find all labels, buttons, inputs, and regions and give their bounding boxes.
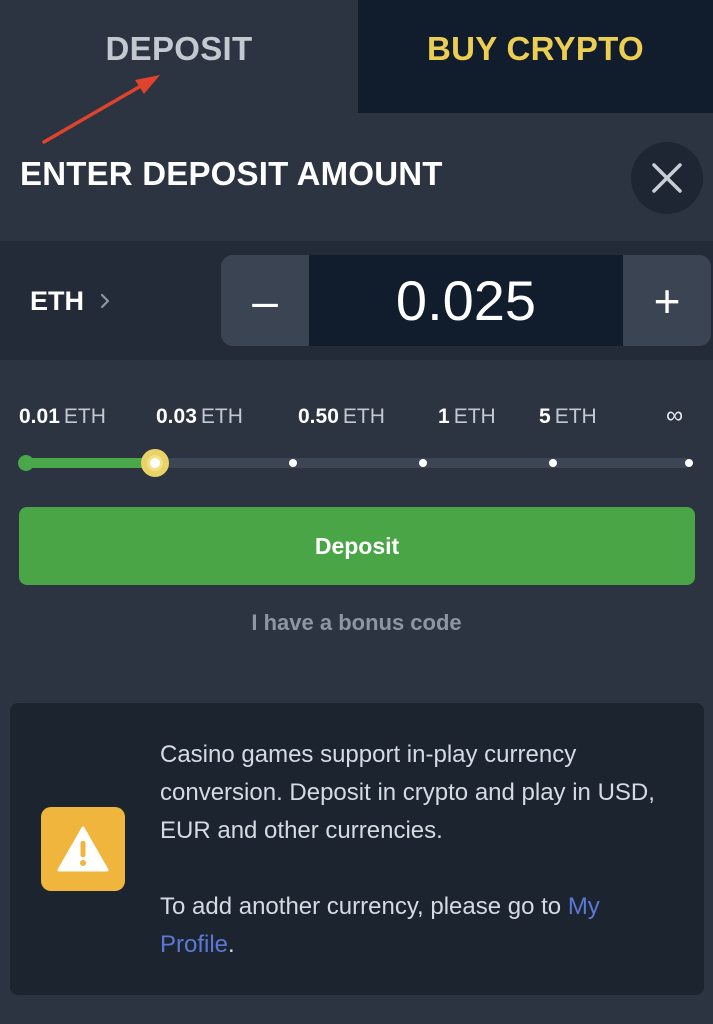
- warning-badge: [41, 807, 125, 891]
- preset-unit: ETH: [342, 405, 385, 428]
- preset-amount: 5: [539, 405, 551, 428]
- currency-label: ETH: [30, 285, 84, 316]
- preset-unit: ETH: [453, 405, 496, 428]
- slider-fill: [26, 458, 156, 468]
- tab-bar: DEPOSIT BUY CRYPTO: [0, 0, 713, 113]
- preset-amount: 1: [438, 405, 450, 428]
- close-icon: [652, 163, 682, 193]
- amount-slider[interactable]: [18, 449, 698, 477]
- notice-suffix: .: [228, 931, 235, 958]
- decrement-button[interactable]: –: [221, 255, 309, 346]
- tab-deposit[interactable]: DEPOSIT: [0, 0, 358, 113]
- preset-amount: 0.01: [19, 405, 60, 428]
- preset-amount: 0.03: [156, 405, 197, 428]
- preset-0-03[interactable]: 0.03 ETH: [156, 405, 243, 429]
- slider-thumb[interactable]: [141, 449, 169, 477]
- notice-prefix: To add another currency, please go to: [160, 893, 568, 920]
- increment-button[interactable]: +: [623, 255, 711, 346]
- notice-text: Casino games support in-play currency co…: [160, 736, 680, 964]
- slider-tick[interactable]: [419, 459, 427, 467]
- deposit-button[interactable]: Deposit: [19, 507, 695, 585]
- preset-unit: ETH: [200, 405, 243, 428]
- preset-amount: 0.50: [298, 405, 339, 428]
- preset-unit: ETH: [63, 405, 106, 428]
- amount-stepper: – +: [221, 255, 711, 346]
- warning-icon: [57, 826, 109, 872]
- chevron-right-icon: [100, 293, 110, 309]
- slider-tick[interactable]: [549, 459, 557, 467]
- close-button[interactable]: [631, 142, 703, 214]
- amount-row: ETH – +: [0, 241, 713, 360]
- amount-input[interactable]: [309, 255, 623, 346]
- notice-paragraph: Casino games support in-play currency co…: [160, 741, 655, 844]
- deposit-header: ENTER DEPOSIT AMOUNT: [0, 113, 713, 241]
- slider-tick[interactable]: [289, 459, 297, 467]
- slider-start-dot: [18, 455, 34, 471]
- slider-tick[interactable]: [685, 459, 693, 467]
- bonus-code-link[interactable]: I have a bonus code: [0, 610, 713, 636]
- tab-buy-crypto[interactable]: BUY CRYPTO: [358, 0, 713, 113]
- preset-amounts: 0.01 ETH 0.03 ETH 0.50 ETH 1 ETH 5 ETH ∞: [0, 400, 713, 440]
- page-title: ENTER DEPOSIT AMOUNT: [20, 155, 443, 192]
- preset-1[interactable]: 1 ETH: [438, 405, 496, 429]
- preset-0-50[interactable]: 0.50 ETH: [298, 405, 385, 429]
- preset-unit: ETH: [554, 405, 597, 428]
- preset-5[interactable]: 5 ETH: [539, 405, 597, 429]
- currency-selector[interactable]: ETH: [30, 274, 110, 328]
- preset-infinity[interactable]: ∞: [666, 402, 683, 430]
- slider-thumb-center: [150, 458, 160, 468]
- notice-paragraph-profile: To add another currency, please go to My…: [160, 888, 680, 964]
- preset-0-01[interactable]: 0.01 ETH: [19, 405, 106, 429]
- currency-notice: Casino games support in-play currency co…: [10, 703, 704, 995]
